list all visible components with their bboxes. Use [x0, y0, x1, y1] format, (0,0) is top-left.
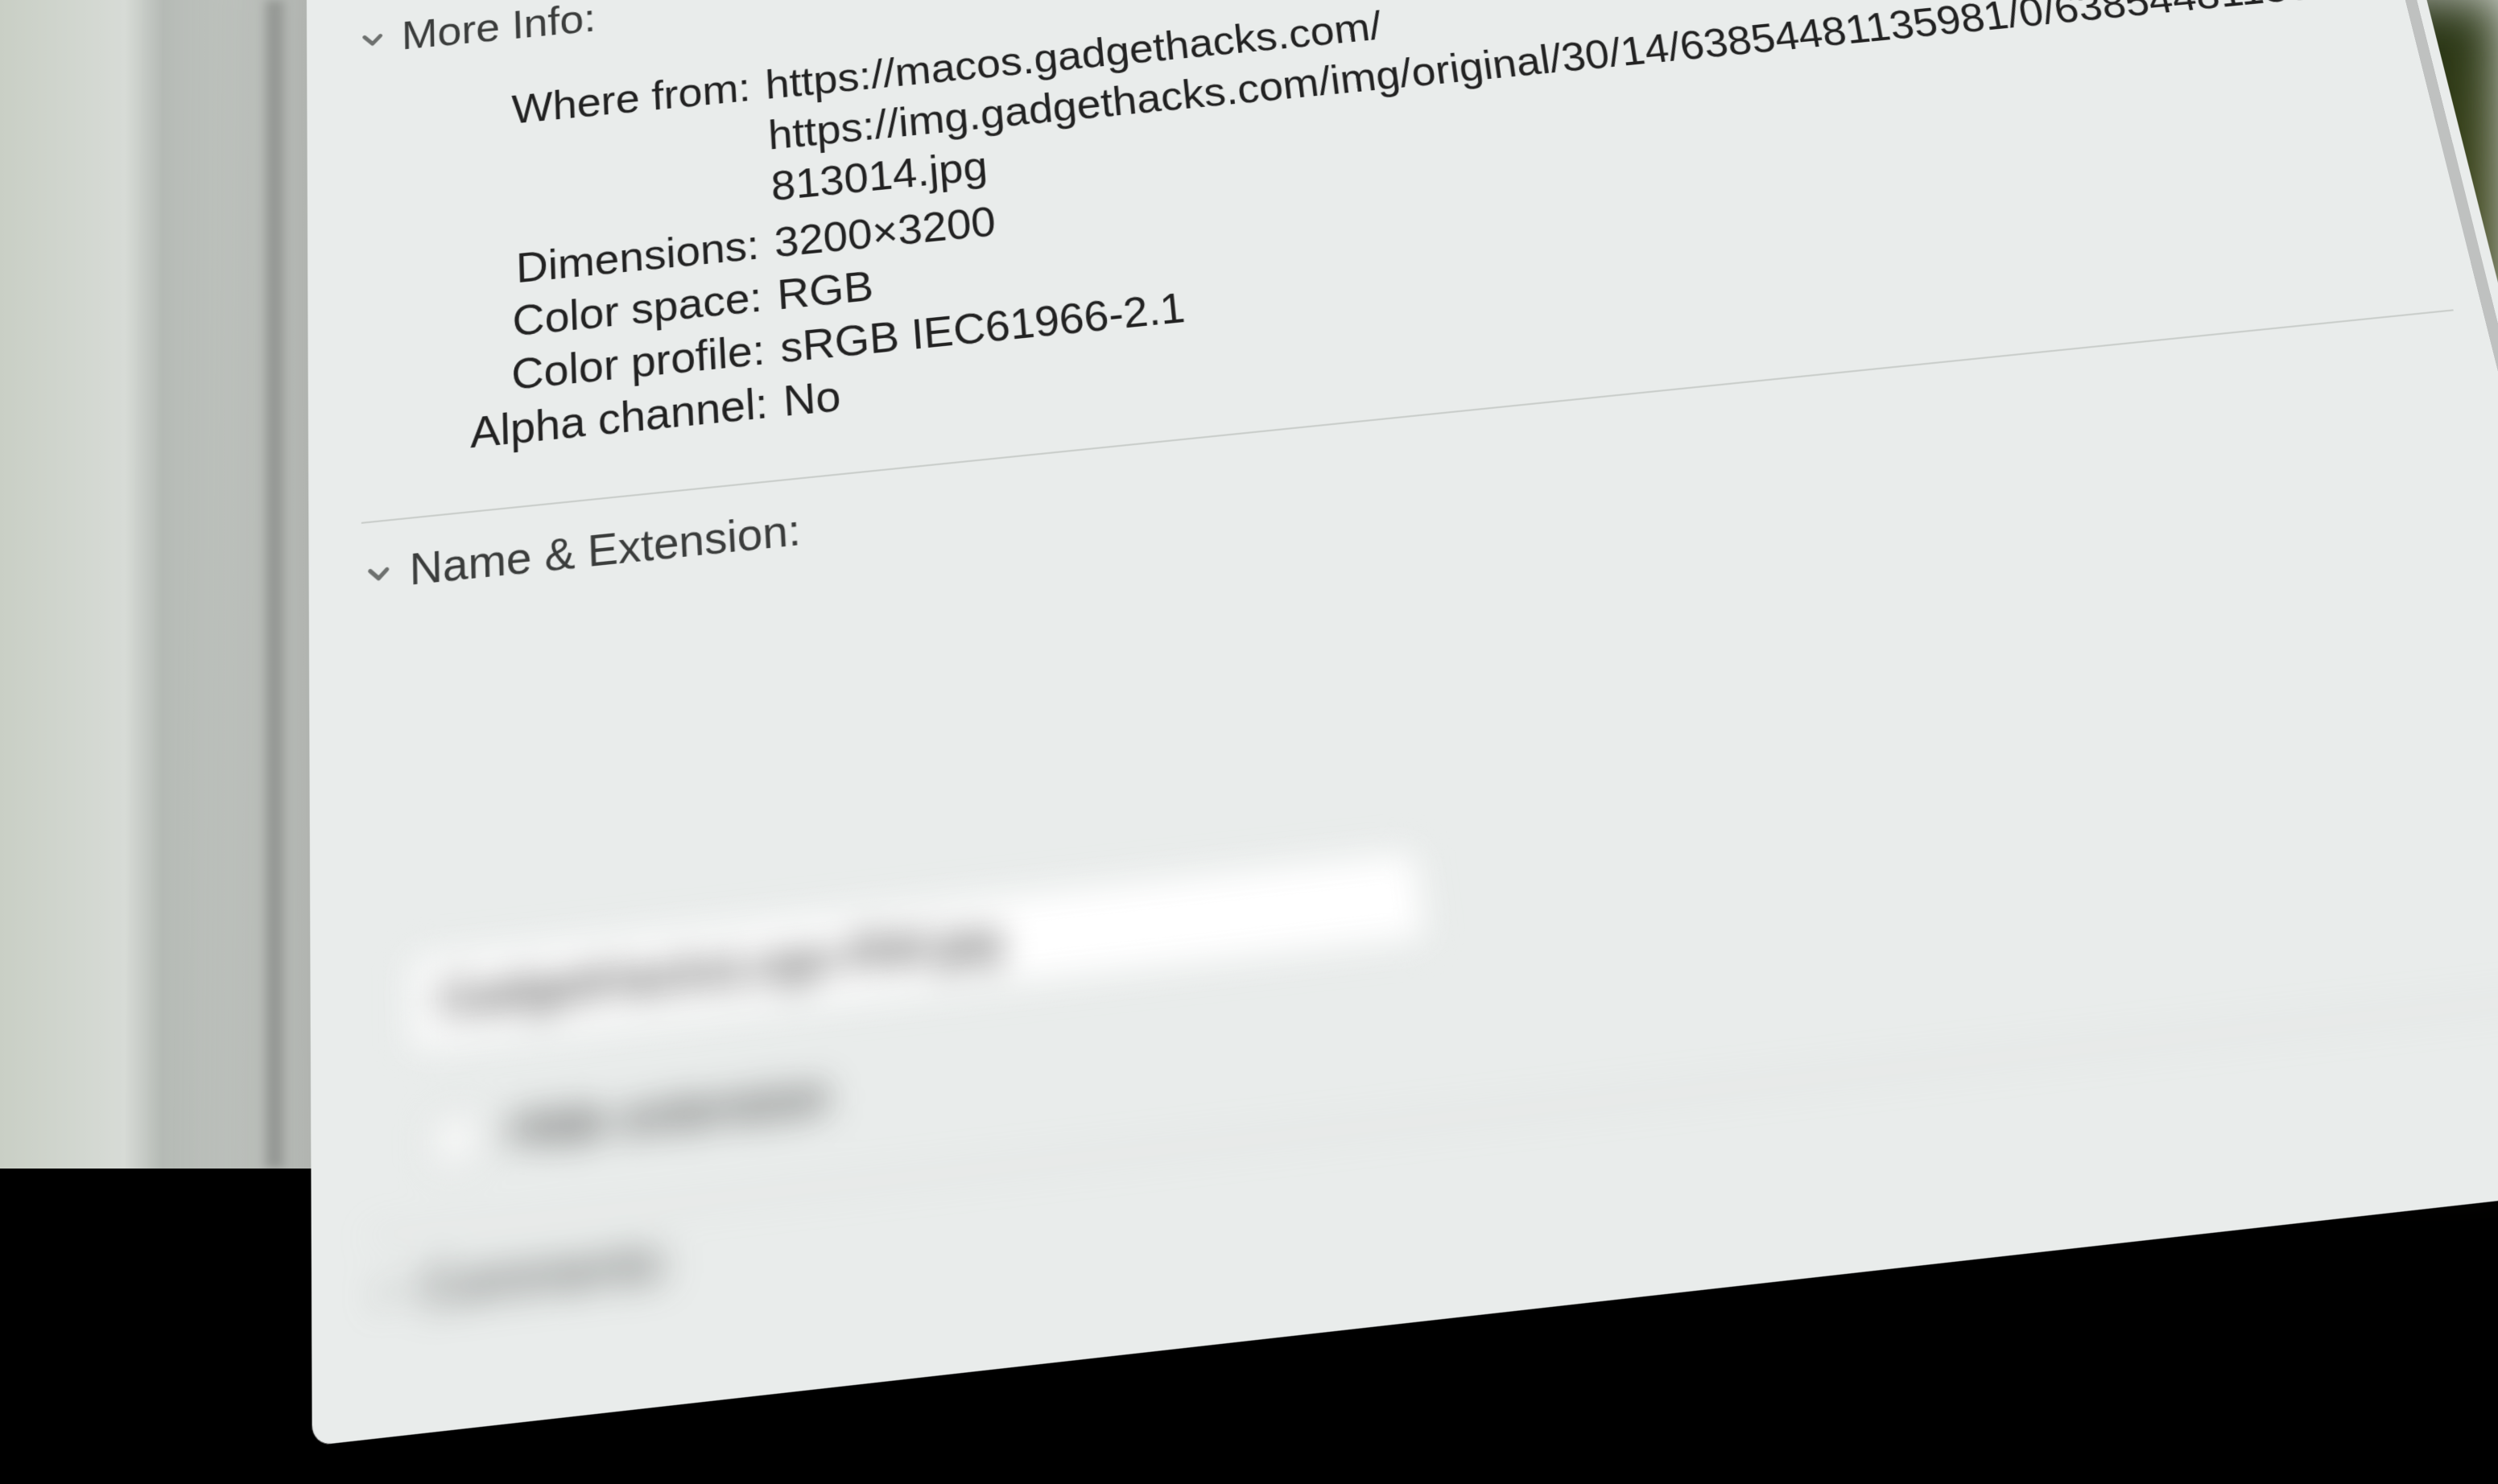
- comments-label: Comments:: [419, 1229, 674, 1321]
- window-divider: [266, 0, 283, 1169]
- get-info-panel: Stationery pad Locked More Info: Where f…: [306, 0, 2498, 1446]
- hide-extension-checkbox[interactable]: [432, 1114, 478, 1165]
- name-extension-label: Name & Extension:: [409, 503, 802, 599]
- chevron-down-icon: [369, 1272, 405, 1313]
- comments-header[interactable]: Comments:: [369, 1229, 674, 1327]
- more-info-label: More Info:: [401, 0, 597, 62]
- chevron-down-icon: [361, 556, 395, 592]
- filename-input[interactable]: GadgetHacksLogo-RW.jpg: [411, 851, 1426, 1048]
- where-from-label: Where from:: [390, 61, 772, 250]
- name-extension-header[interactable]: Name & Extension:: [361, 503, 802, 604]
- hide-extension-label: Hide extension: [508, 1068, 831, 1159]
- chevron-down-icon: [357, 24, 389, 56]
- more-info-header[interactable]: More Info:: [357, 0, 597, 66]
